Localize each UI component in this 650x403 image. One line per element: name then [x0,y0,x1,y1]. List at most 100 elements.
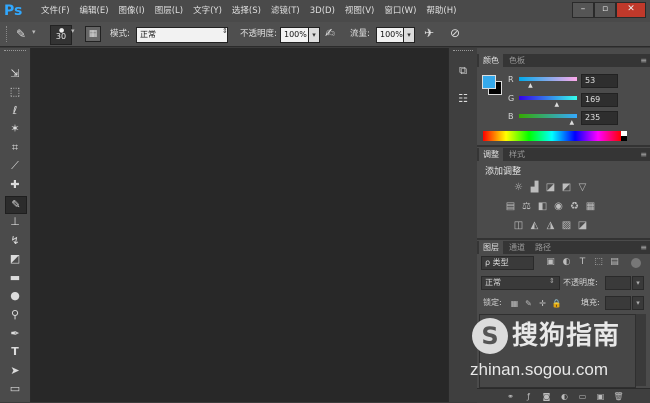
close-button[interactable]: ✕ [616,2,646,18]
layers-panel-menu-icon[interactable]: ≡ [640,241,647,254]
filter-pixel-icon[interactable]: ▣ [545,257,556,268]
menu-select[interactable]: 选择(S) [227,0,266,22]
color-balance-adjust-icon[interactable]: ⚖ [521,201,532,212]
levels-adjust-icon[interactable]: ▟ [529,182,540,193]
curves-adjust-icon[interactable]: ◪ [545,182,556,193]
marquee-tool-icon[interactable]: ⬚ [5,84,25,100]
magic-wand-tool-icon[interactable]: ✶ [5,121,25,137]
vibrance-adjust-icon[interactable]: ▽ [577,182,588,193]
color-lookup-adjust-icon[interactable]: ▦ [585,201,596,212]
dodge-tool-icon[interactable]: ⚲ [5,307,25,323]
filter-adjustment-icon[interactable]: ◐ [561,257,572,268]
spectrum-black-swatch[interactable] [621,136,627,141]
menu-edit[interactable]: 编辑(E) [75,0,114,22]
exposure-adjust-icon[interactable]: ◩ [561,182,572,193]
channel-b-thumb-icon[interactable]: ▲ [569,119,574,126]
posterize-adjust-icon[interactable]: ◭ [529,220,540,231]
pressure-opacity-icon[interactable]: ✍ [325,26,335,40]
tab-styles[interactable]: 样式 [505,148,529,161]
layer-mask-icon[interactable]: ◙ [541,391,552,402]
selective-color-adjust-icon[interactable]: ◪ [577,220,588,231]
foreground-color-swatch[interactable] [482,75,496,89]
tab-layers[interactable]: 图层 [479,241,503,254]
maximize-button[interactable]: ▫ [594,2,616,18]
tab-paths[interactable]: 路径 [531,241,555,254]
new-adjustment-layer-icon[interactable]: ◐ [559,391,570,402]
menu-image[interactable]: 图像(I) [114,0,150,22]
tab-swatches[interactable]: 色板 [505,54,529,67]
brush-size-picker[interactable]: ● 30 [50,25,72,45]
lock-pixels-icon[interactable]: ✎ [523,298,534,309]
adjust-panel-menu-icon[interactable]: ≡ [640,148,647,161]
filter-smart-object-icon[interactable]: ▤ [609,257,620,268]
menu-3d[interactable]: 3D(D) [305,0,340,22]
brush-tool-icon[interactable]: ✎ [5,196,27,214]
menu-layer[interactable]: 图层(L) [150,0,188,22]
black-white-adjust-icon[interactable]: ◧ [537,201,548,212]
pressure-size-icon[interactable]: ⊘ [450,26,460,40]
lasso-tool-icon[interactable]: ℓ [5,103,25,119]
layer-style-icon[interactable]: ƒ [523,391,534,402]
layer-opacity-chevron-icon[interactable]: ▾ [632,276,644,290]
menu-window[interactable]: 窗口(W) [379,0,421,22]
tool-preset-chevron-icon[interactable]: ▾ [32,28,36,36]
channel-r-thumb-icon[interactable]: ▲ [528,82,533,89]
type-tool-icon[interactable]: T [5,344,25,360]
menu-view[interactable]: 视图(V) [340,0,379,22]
minimize-button[interactable]: – [572,2,594,18]
brush-tool-icon[interactable]: ✎ [16,26,30,42]
channel-b-value[interactable]: 235 [581,111,618,125]
shape-tool-icon[interactable]: ▭ [5,381,25,397]
brush-panel-toggle-icon[interactable]: ▦ [85,26,101,42]
new-group-icon[interactable]: ▭ [577,391,588,402]
channel-g-value[interactable]: 169 [581,93,618,107]
brush-picker-chevron-icon[interactable]: ▾ [71,27,75,35]
flow-slider-chevron-icon[interactable]: ▾ [403,27,415,43]
airbrush-icon[interactable]: ✈ [424,26,434,40]
channel-mixer-adjust-icon[interactable]: ♻ [569,201,580,212]
tab-adjustments[interactable]: 调整 [479,148,503,161]
filter-shape-icon[interactable]: ⬚ [593,257,604,268]
color-spectrum-ramp[interactable] [483,131,621,141]
lock-position-icon[interactable]: ✛ [537,298,548,309]
mode-select[interactable]: 正常 [136,27,228,43]
path-selection-tool-icon[interactable]: ➤ [5,363,25,379]
history-brush-tool-icon[interactable]: ↯ [5,233,25,249]
channel-r-value[interactable]: 53 [581,74,618,88]
fill-chevron-icon[interactable]: ▾ [632,296,644,310]
filter-type-icon[interactable]: T [577,257,588,268]
flow-input[interactable]: 100% [376,27,406,43]
eyedropper-tool-icon[interactable]: ⟋ [5,158,25,174]
link-layers-icon[interactable]: ⚭ [505,391,516,402]
dock-grip[interactable] [453,50,473,54]
new-layer-icon[interactable]: ▣ [595,391,606,402]
lock-transparency-icon[interactable]: ▦ [509,298,520,309]
tab-color[interactable]: 颜色 [479,54,503,67]
fill-input[interactable] [605,296,631,310]
document-canvas-area[interactable] [31,48,448,402]
healing-brush-tool-icon[interactable]: ✚ [5,177,25,193]
menu-filter[interactable]: 滤镜(T) [266,0,305,22]
lock-all-icon[interactable]: 🔒 [551,298,562,309]
opacity-slider-chevron-icon[interactable]: ▾ [308,27,320,43]
channel-b-slider[interactable] [519,114,577,118]
layer-filter-select[interactable]: ρ 类型 [481,256,534,270]
invert-adjust-icon[interactable]: ◫ [513,220,524,231]
delete-layer-icon[interactable]: 🗑 [613,391,624,402]
channel-r-slider[interactable] [519,77,577,81]
crop-tool-icon[interactable]: ⌗ [5,140,25,156]
blur-tool-icon[interactable]: ● [5,288,25,304]
photo-filter-adjust-icon[interactable]: ◉ [553,201,564,212]
hue-saturation-adjust-icon[interactable]: ▤ [505,201,516,212]
channel-g-thumb-icon[interactable]: ▲ [554,101,559,108]
history-panel-icon[interactable]: ⧉ [455,64,471,78]
menu-file[interactable]: 文件(F) [36,0,75,22]
toolbar-grip[interactable] [4,50,26,55]
menu-type[interactable]: 文字(Y) [188,0,227,22]
eraser-tool-icon[interactable]: ◩ [5,251,25,267]
tab-channels[interactable]: 通道 [505,241,529,254]
channel-g-slider[interactable] [519,96,577,100]
pen-tool-icon[interactable]: ✒ [5,326,25,342]
clone-stamp-tool-icon[interactable]: ⊥ [5,214,25,230]
move-tool-icon[interactable]: ⇲ [5,66,25,82]
